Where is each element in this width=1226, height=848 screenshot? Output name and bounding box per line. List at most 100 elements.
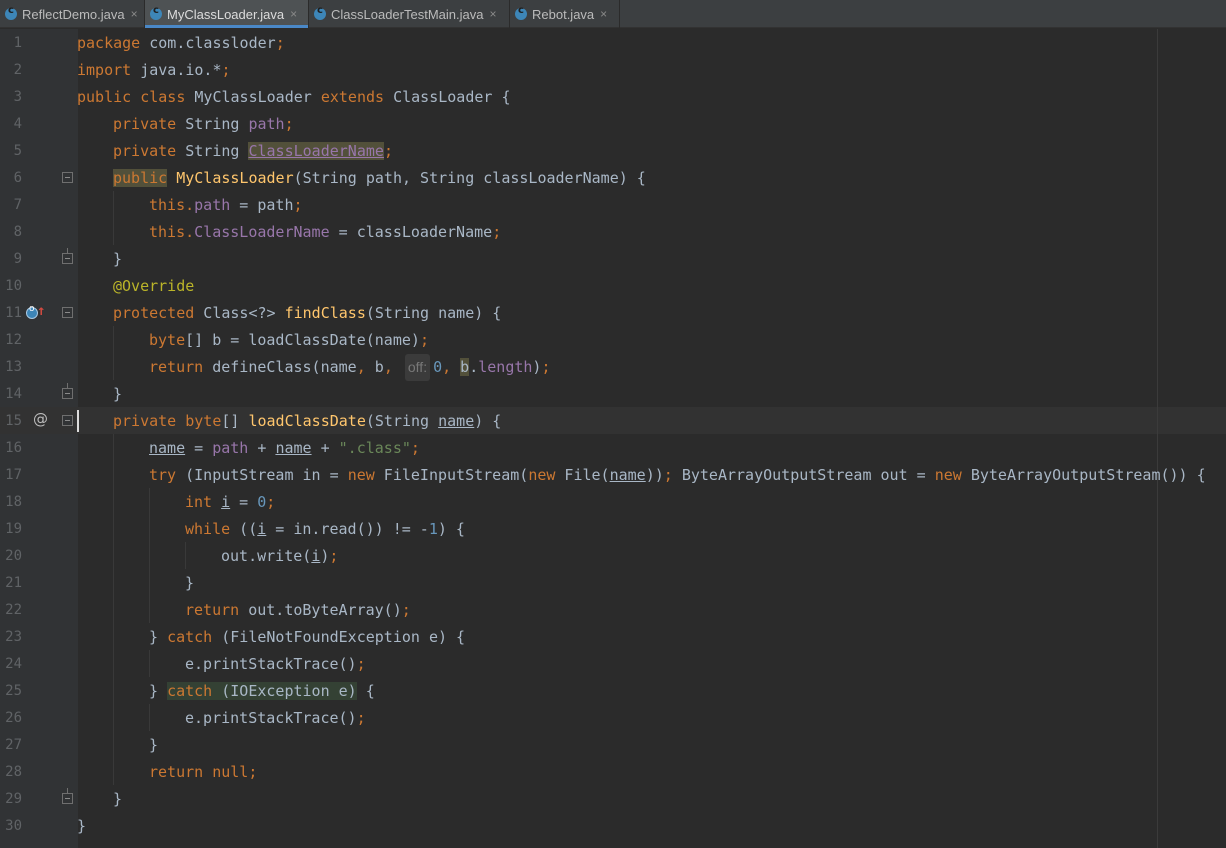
fold-collapse-icon[interactable] bbox=[62, 172, 73, 183]
expr: (InputStream in = bbox=[176, 466, 348, 484]
line-number: 28 bbox=[5, 764, 22, 780]
punct: ; bbox=[356, 709, 366, 727]
punct: . bbox=[469, 358, 479, 376]
code-line-11[interactable]: protected Class<?> findClass(String name… bbox=[113, 300, 501, 327]
code-line-13[interactable]: return defineClass(name, b, off: 0, b.len… bbox=[149, 354, 550, 381]
line-number: 11 bbox=[5, 305, 22, 321]
keyword: new bbox=[934, 466, 962, 484]
punct: ; bbox=[541, 358, 551, 376]
indent-guide bbox=[113, 434, 114, 785]
number: 0 bbox=[257, 493, 267, 511]
line-number: 27 bbox=[5, 737, 22, 753]
keyword: extends bbox=[320, 88, 385, 106]
code-line-10[interactable]: @Override bbox=[113, 273, 194, 300]
string: ".class" bbox=[338, 439, 411, 457]
param-reassigned: name bbox=[438, 412, 475, 430]
expr-highlight: (IOException e) bbox=[212, 682, 357, 700]
line-number: 12 bbox=[5, 332, 22, 348]
code-line-8[interactable]: this.ClassLoaderName = classLoaderName; bbox=[149, 219, 501, 246]
code-line-2[interactable]: import java.io.*; bbox=[77, 57, 231, 84]
line-number: 13 bbox=[5, 359, 22, 375]
type: Class<?> bbox=[194, 304, 285, 322]
line-number: 3 bbox=[13, 89, 22, 105]
line-number: 9 bbox=[13, 251, 22, 267]
fold-end-icon[interactable] bbox=[62, 383, 73, 399]
punct: , bbox=[356, 358, 375, 376]
code-line-26[interactable]: e.printStackTrace(); bbox=[185, 705, 366, 732]
punct: ; bbox=[410, 439, 420, 457]
punct: ; bbox=[329, 547, 339, 565]
type: [] bbox=[221, 412, 249, 430]
fold-end-icon[interactable] bbox=[62, 248, 73, 264]
tab-classloadertestmain[interactable]: ClassLoaderTestMain.java × bbox=[309, 0, 510, 28]
code-line-1[interactable]: package com.classloder; bbox=[77, 30, 285, 57]
brace: } bbox=[113, 790, 123, 808]
text-caret bbox=[77, 410, 79, 432]
code-line-6[interactable]: public MyClassLoader(String path, String… bbox=[113, 165, 646, 192]
code-line-12[interactable]: byte[] b = loadClassDate(name); bbox=[149, 327, 429, 354]
code-line-4[interactable]: private String path; bbox=[113, 111, 294, 138]
indent-guide bbox=[149, 650, 150, 677]
code-line-15[interactable]: private byte[] loadClassDate(String name… bbox=[113, 408, 501, 435]
punct: ; bbox=[419, 331, 429, 349]
code-line-27[interactable]: } bbox=[149, 732, 158, 759]
code-line-17[interactable]: try (InputStream in = new FileInputStrea… bbox=[149, 462, 1206, 489]
punct: ; bbox=[383, 142, 393, 160]
keyword-highlight: catch bbox=[167, 682, 213, 700]
close-icon[interactable]: × bbox=[290, 7, 297, 21]
tab-rebot[interactable]: Rebot.java × bbox=[510, 0, 620, 28]
parameter-hint: off: bbox=[404, 354, 431, 381]
code-line-24[interactable]: e.printStackTrace(); bbox=[185, 651, 366, 678]
java-class-icon bbox=[150, 5, 162, 20]
code-line-14[interactable]: } bbox=[113, 381, 122, 408]
field: length bbox=[478, 358, 533, 376]
punct: ; bbox=[248, 763, 258, 781]
code-line-29[interactable]: } bbox=[113, 786, 122, 813]
fold-collapse-icon[interactable] bbox=[62, 415, 73, 426]
expr: FileInputStream( bbox=[374, 466, 529, 484]
keyword: byte bbox=[149, 331, 186, 349]
identifier: MyClassLoader bbox=[185, 88, 321, 106]
code-line-19[interactable]: while ((i = in.read()) != -1) { bbox=[185, 516, 465, 543]
code-line-21[interactable]: } bbox=[185, 570, 194, 597]
code-line-22[interactable]: return out.toByteArray(); bbox=[185, 597, 411, 624]
keyword: return bbox=[149, 763, 204, 781]
code-line-25[interactable]: } catch (IOException e) { bbox=[149, 678, 375, 705]
expr: )) bbox=[645, 466, 664, 484]
expr: e.printStackTrace() bbox=[185, 655, 357, 673]
tab-reflectdemo[interactable]: ReflectDemo.java × bbox=[0, 0, 145, 28]
fold-collapse-icon[interactable] bbox=[62, 307, 73, 318]
keyword: this bbox=[149, 223, 186, 241]
code-line-23[interactable]: } catch (FileNotFoundException e) { bbox=[149, 624, 465, 651]
method-name: loadClassDate bbox=[248, 412, 366, 430]
close-icon[interactable]: × bbox=[600, 7, 607, 21]
close-icon[interactable]: × bbox=[131, 7, 138, 21]
code-line-16[interactable]: name = path + name + ".class"; bbox=[149, 435, 420, 462]
code-line-28[interactable]: return null; bbox=[149, 759, 257, 786]
code-line-5[interactable]: private String ClassLoaderName; bbox=[113, 138, 393, 165]
at-bookmark-icon[interactable]: @ bbox=[33, 410, 48, 428]
keyword: return bbox=[149, 358, 204, 376]
punct: , bbox=[383, 358, 402, 376]
code-line-20[interactable]: out.write(i); bbox=[221, 543, 338, 570]
punct: , bbox=[442, 358, 461, 376]
indent-guide bbox=[149, 704, 150, 731]
keyword: int bbox=[185, 493, 213, 511]
code-line-30[interactable]: } bbox=[77, 813, 86, 840]
tab-myclassloader[interactable]: MyClassLoader.java × bbox=[145, 0, 309, 28]
param-reassigned: name bbox=[275, 439, 312, 457]
overridden-arrow-icon[interactable]: ↑ bbox=[37, 304, 45, 318]
code-line-7[interactable]: this.path = path; bbox=[149, 192, 303, 219]
code-line-18[interactable]: int i = 0; bbox=[185, 489, 275, 516]
expr: out.write( bbox=[221, 547, 312, 565]
close-icon[interactable]: × bbox=[489, 7, 496, 21]
params: (String name) { bbox=[365, 304, 502, 322]
keyword: private bbox=[113, 142, 177, 160]
fold-end-icon[interactable] bbox=[62, 788, 73, 804]
code-line-9[interactable]: } bbox=[113, 246, 122, 273]
line-number: 29 bbox=[5, 791, 22, 807]
line-number: 30 bbox=[5, 818, 22, 834]
code-line-3[interactable]: public class MyClassLoader extends Class… bbox=[77, 84, 511, 111]
